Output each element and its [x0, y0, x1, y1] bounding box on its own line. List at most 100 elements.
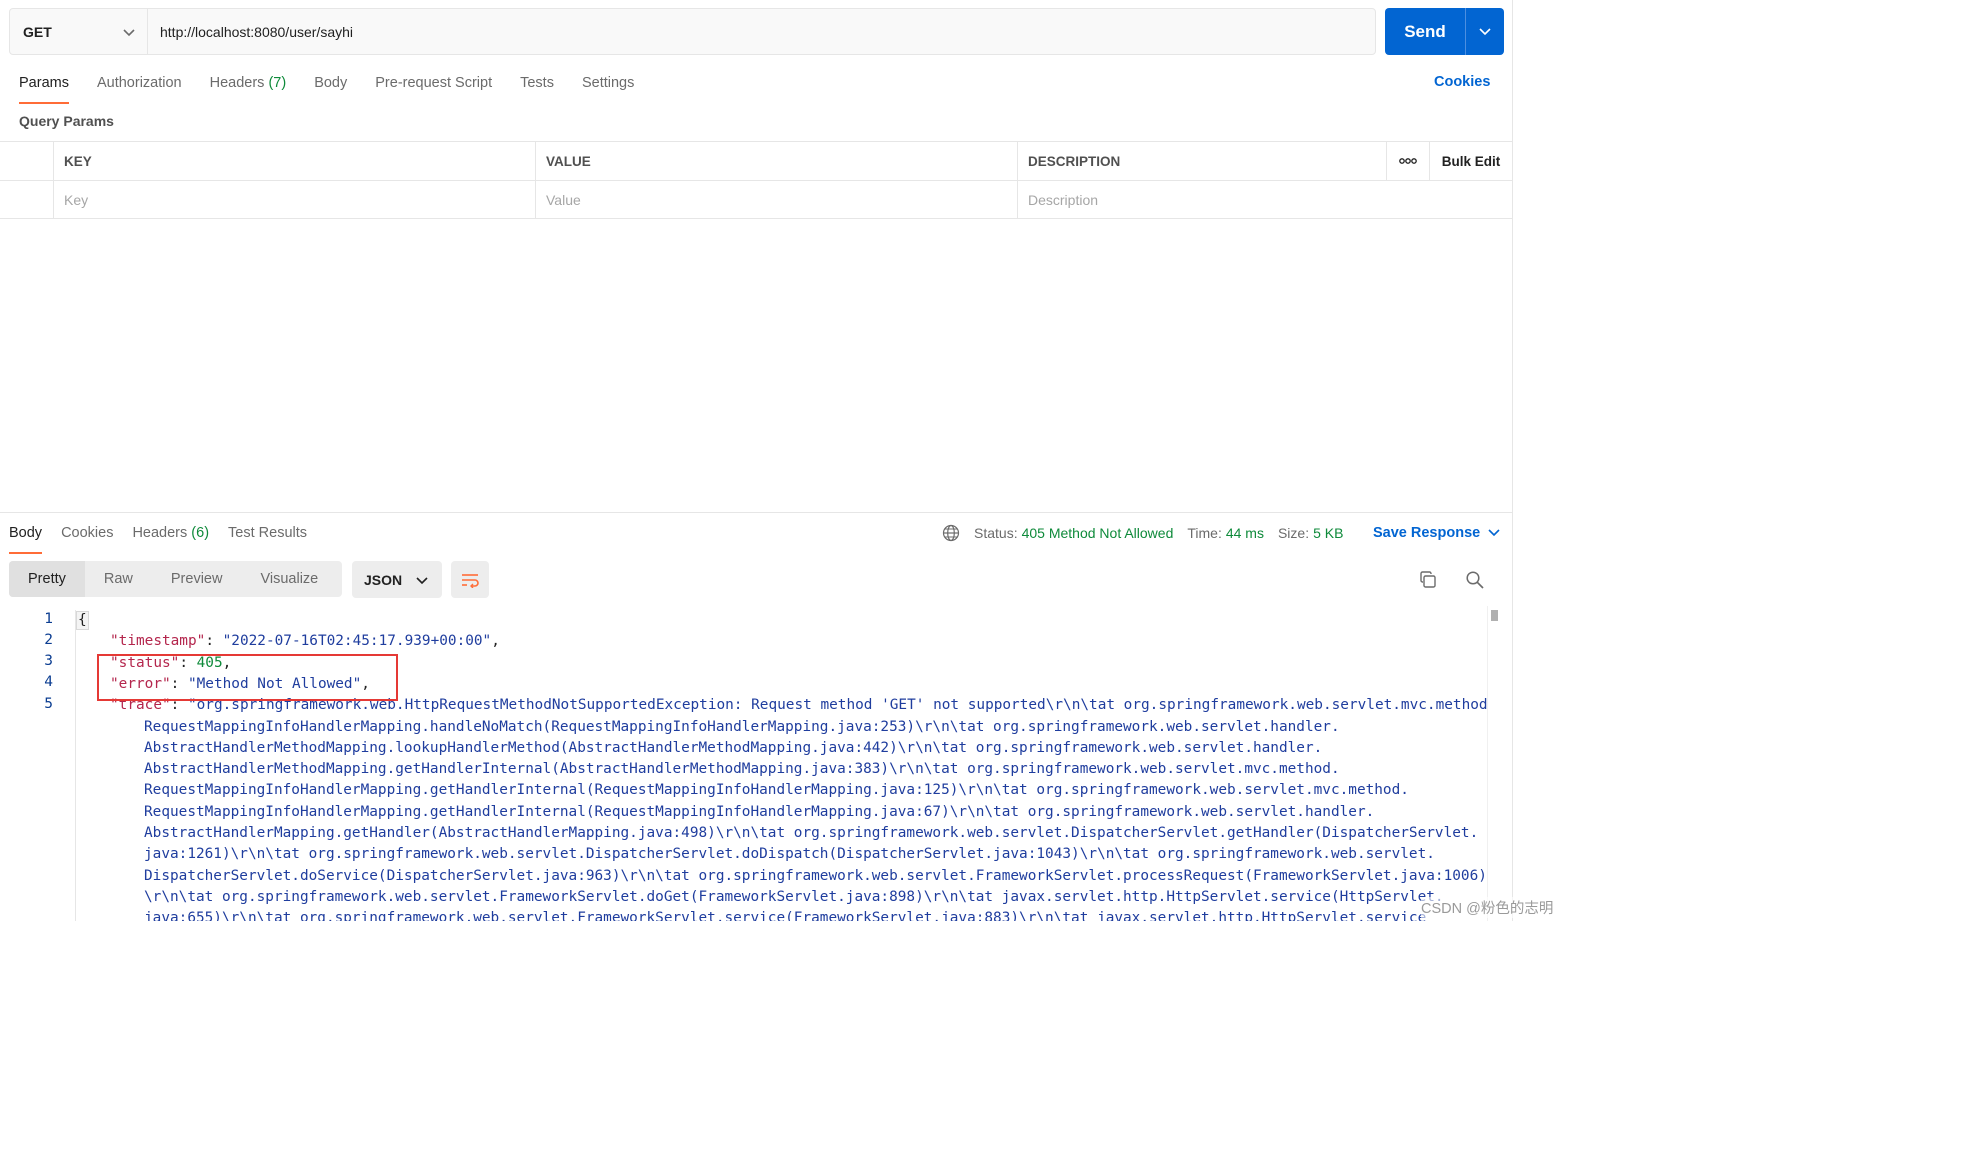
format-label: JSON — [364, 571, 403, 588]
code-wrap-line: RequestMappingInfoHandlerMapping.getHand… — [144, 782, 1409, 798]
response-tab-cookies[interactable]: Cookies — [61, 522, 113, 552]
description-input[interactable]: Description — [1017, 181, 1512, 219]
tab-headers[interactable]: Headers (7) — [210, 72, 287, 102]
code-line-1: { — [76, 610, 89, 631]
send-options-button[interactable] — [1465, 8, 1504, 55]
view-preview-button[interactable]: Preview — [152, 561, 242, 597]
tab-label: Body — [9, 525, 43, 541]
response-status-bar: Status: 405 Method Not Allowed Time: 44 ms… — [942, 522, 1357, 544]
status-indicator[interactable]: Status: 405 Method Not Allowed — [974, 525, 1173, 541]
method-label: GET — [23, 23, 52, 40]
column-description: DESCRIPTION — [1017, 142, 1386, 180]
response-tabs: Body Cookies Headers (6) Test Results — [9, 522, 326, 554]
size-value: 5 KB — [1313, 525, 1344, 541]
tab-label: Headers — [209, 75, 265, 91]
bulk-edit-button[interactable]: Bulk Edit — [1429, 142, 1512, 180]
code-scrollbar[interactable] — [1487, 606, 1500, 921]
tab-settings[interactable]: Settings — [582, 72, 634, 102]
value-input[interactable]: Value — [535, 181, 1017, 219]
response-tab-body[interactable]: Body — [9, 522, 43, 554]
row-checkbox-column — [0, 142, 53, 180]
status-value: 405 Method Not Allowed — [1021, 525, 1174, 541]
view-pretty-button[interactable]: Pretty — [9, 561, 85, 597]
chevron-down-icon — [123, 24, 135, 40]
code-wrap-line: AbstractHandlerMethodMapping.lookupHandl… — [144, 740, 1323, 756]
request-tabs: Params Authorization Headers (7) Body Pr… — [19, 72, 662, 104]
code-wrap-line: java:655)\r\n\tat org.springframework.we… — [144, 910, 1427, 921]
postman-window: GET Send Params Authorization Headers (7… — [0, 0, 1513, 921]
tab-label: Authorization — [96, 75, 182, 91]
line-number: 5 — [44, 696, 53, 712]
tab-tests[interactable]: Tests — [520, 72, 554, 102]
params-table-row: Key Value Description — [0, 181, 1512, 220]
tab-label: Params — [19, 75, 69, 91]
code-wrap-line: RequestMappingInfoHandlerMapping.handleN… — [144, 719, 1340, 735]
tab-label: Body — [314, 75, 348, 91]
tab-count: (7) — [268, 75, 287, 91]
tab-label: Headers — [132, 525, 188, 541]
copy-icon[interactable] — [1417, 569, 1439, 591]
url-input[interactable] — [148, 9, 1375, 54]
view-raw-button[interactable]: Raw — [85, 561, 152, 597]
tab-label: Settings — [581, 75, 635, 91]
line-number: 4 — [44, 674, 53, 690]
tab-authorization[interactable]: Authorization — [97, 72, 182, 102]
tab-params[interactable]: Params — [19, 72, 69, 104]
send-button-group: Send — [1385, 8, 1504, 55]
save-response-label: Save Response — [1373, 525, 1481, 541]
response-tab-test-results[interactable]: Test Results — [228, 522, 307, 552]
query-params-title: Query Params — [19, 113, 114, 129]
watermark: CSDN @粉色的志明 — [1421, 897, 1554, 918]
response-divider[interactable] — [0, 512, 1512, 513]
code-wrap-line: \r\n\tat org.springframework.web.servlet… — [144, 889, 1444, 905]
params-table-header: KEY VALUE DESCRIPTION Bulk Edit — [0, 142, 1512, 181]
row-checkbox-cell — [0, 181, 53, 219]
tab-body[interactable]: Body — [314, 72, 347, 102]
key-input[interactable]: Key — [53, 181, 535, 219]
json-key: "timestamp" — [110, 633, 206, 649]
json-string: "2022-07-16T02:45:17.939+00:00" — [222, 633, 492, 649]
time-label: Time: — [1187, 525, 1222, 541]
tab-pre-request-script[interactable]: Pre-request Script — [375, 72, 492, 102]
column-value: VALUE — [535, 142, 1017, 180]
code-wrap-line: RequestMappingInfoHandlerMapping.getHand… — [144, 804, 1375, 820]
scrollbar-thumb[interactable] — [1491, 610, 1498, 621]
method-select[interactable]: GET — [10, 9, 148, 54]
time-value: 44 ms — [1225, 525, 1264, 541]
more-dots-icon[interactable] — [1386, 142, 1429, 180]
save-response-button[interactable]: Save Response — [1373, 522, 1500, 544]
code-line-2: "timestamp": "2022-07-16T02:45:17.939+00… — [110, 633, 500, 649]
tab-label: Pre-request Script — [375, 75, 493, 91]
params-table: KEY VALUE DESCRIPTION Bulk Edit Key Valu… — [0, 141, 1512, 219]
status-label: Status: — [974, 525, 1018, 541]
wrap-lines-icon[interactable] — [451, 561, 489, 598]
size-indicator[interactable]: Size: 5 KB — [1278, 525, 1343, 541]
size-label: Size: — [1277, 525, 1310, 541]
chevron-down-icon — [1479, 23, 1491, 41]
view-visualize-button[interactable]: Visualize — [241, 561, 337, 597]
annotation-highlight-box — [97, 654, 398, 701]
gutter-divider — [75, 610, 76, 921]
tab-label: Cookies — [61, 525, 114, 541]
tab-count: (6) — [191, 525, 210, 541]
tab-label: Tests — [520, 75, 554, 91]
line-number: 2 — [44, 632, 53, 648]
line-number: 3 — [44, 653, 53, 669]
line-number: 1 — [44, 611, 53, 627]
globe-icon[interactable] — [942, 524, 960, 542]
format-select[interactable]: JSON — [352, 561, 442, 598]
search-icon[interactable] — [1464, 569, 1486, 591]
code-wrap-line: AbstractHandlerMethodMapping.getHandlerI… — [144, 761, 1340, 777]
view-mode-segmented: Pretty Raw Preview Visualize — [9, 561, 342, 597]
response-tab-headers[interactable]: Headers (6) — [132, 522, 209, 552]
code-wrap-line: AbstractHandlerMapping.getHandler(Abstra… — [144, 825, 1479, 841]
cookies-link[interactable]: Cookies — [1434, 74, 1490, 90]
code-wrap-line: DispatcherServlet.doService(DispatcherSe… — [144, 868, 1487, 884]
open-brace: { — [76, 611, 89, 630]
column-key: KEY — [53, 142, 535, 180]
send-button[interactable]: Send — [1385, 8, 1465, 55]
tab-label: Test Results — [228, 525, 308, 541]
chevron-down-icon — [416, 572, 428, 588]
request-url-bar: GET — [9, 8, 1376, 55]
time-indicator[interactable]: Time: 44 ms — [1187, 525, 1264, 541]
